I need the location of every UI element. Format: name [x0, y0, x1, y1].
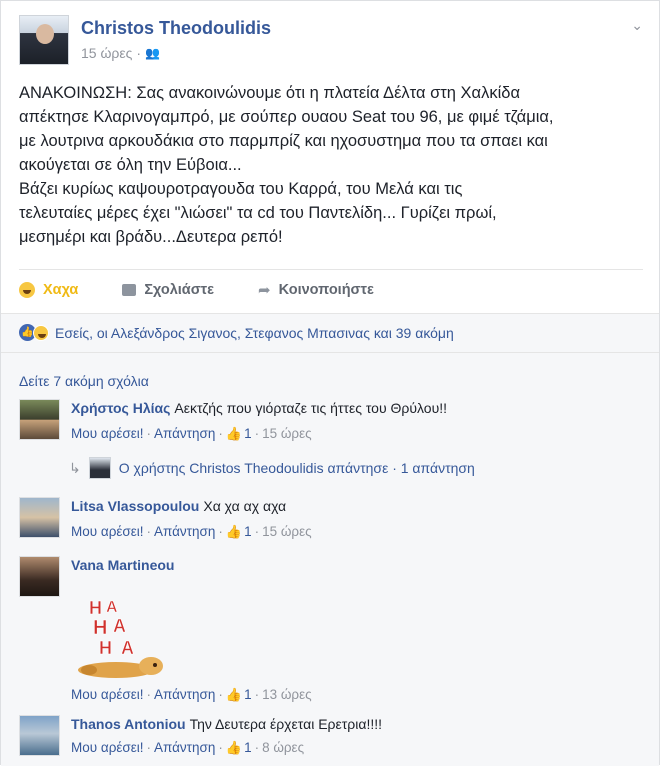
comment-text: Χα χα αχ αχα — [203, 498, 287, 514]
chevron-down-icon[interactable]: ⌄ — [631, 17, 643, 34]
comment-body: Vana Martineou H A H A H A Μου αρέσει! ·… — [71, 556, 641, 704]
comment-meta: Μου αρέσει! · Απάντηση · 👍 1 · 15 ώρες — [71, 425, 641, 443]
post-line: ακούγεται σε όλη την Εύβοια... — [19, 156, 242, 174]
separator-dot: · — [218, 687, 223, 702]
separator-dot: · — [218, 740, 223, 755]
comment-like-link[interactable]: Μου αρέσει! — [71, 739, 144, 757]
haha-reaction-button[interactable]: Χαχα — [19, 281, 79, 298]
comment-like-count[interactable]: 1 — [244, 739, 252, 757]
reactions-bar: 👍 Εσείς, οι Αλεξάνδρος Σιγανος, Στεφανος… — [1, 313, 659, 353]
separator-dot: · — [146, 687, 152, 702]
comment-body: Χρήστος Ηλίας Αεκτζής που γιόρταζε τις ήτ… — [71, 399, 641, 443]
post-line: Βάζει κυρίως καψουροτραγουδα του Καρρά, … — [19, 180, 463, 198]
share-button[interactable]: ➦ Κοινοποιήστε — [258, 281, 374, 299]
share-label: Κοινοποιήστε — [278, 281, 374, 298]
comment-meta: Μου αρέσει! · Απάντηση · 👍 1 · 13 ώρες — [71, 686, 641, 704]
post-text: ΑΝΑΚΟΙΝΩΣΗ: Σας ανακοινώνουμε ότι η πλατ… — [19, 81, 649, 249]
svg-text:A: A — [106, 599, 118, 616]
comment-label: Σχολιάστε — [144, 281, 214, 298]
haha-label: Χαχα — [43, 281, 79, 298]
comment-time[interactable]: 15 ώρες — [262, 425, 312, 443]
comment-reply-link[interactable]: Απάντηση — [154, 739, 215, 757]
reply-summary[interactable]: ↳ Ο χρήστης Christos Theodoulidis απάντη… — [69, 457, 475, 479]
post-author[interactable]: Christos Theodoulidis — [81, 18, 271, 39]
commenter-avatar[interactable] — [19, 715, 60, 756]
haha-reaction-icon — [33, 324, 49, 341]
commenter-avatar[interactable] — [19, 497, 60, 538]
post-meta: 15 ώρες · 👥 — [81, 45, 160, 61]
commenter-avatar[interactable] — [19, 556, 60, 597]
post-line: με λουτρινα αρκουδάκια στο παρμπρίζ και … — [19, 132, 548, 150]
reply-summary-text[interactable]: Ο χρήστης Christos Theodoulidis απάντησε… — [119, 460, 475, 476]
comment-text: Την Δευτερα έρχεται Ερετρια!!!! — [189, 716, 382, 732]
post-line: τελευταίες μέρες έχει "λιώσει" τα cd του… — [19, 204, 497, 222]
thumbs-up-icon: 👍 — [225, 524, 243, 539]
reactions-summary[interactable]: 👍 Εσείς, οι Αλεξάνδρος Σιγανος, Στεφανος… — [19, 324, 454, 341]
post-header: Christos Theodoulidis 15 ώρες · 👥 ⌄ — [19, 15, 643, 67]
svg-text:H: H — [89, 598, 102, 618]
thumbs-up-icon: 👍 — [225, 426, 243, 441]
comment-button[interactable]: Σχολιάστε — [122, 282, 214, 298]
commenter-avatar[interactable] — [19, 399, 60, 440]
haha-dog-sticker[interactable]: H A H A H A — [71, 592, 171, 682]
haha-emoji-icon — [19, 281, 35, 298]
comments-section: Δείτε 7 ακόμη σχόλια Χρήστος Ηλίας Αεκτζή… — [1, 353, 659, 766]
post-time[interactable]: 15 ώρες — [81, 45, 132, 61]
separator-dot: · — [254, 687, 260, 702]
post-actions: Χαχα Σχολιάστε ➦ Κοινοποιήστε — [19, 269, 643, 309]
comment-like-count[interactable]: 1 — [244, 523, 252, 541]
comment-time[interactable]: 13 ώρες — [262, 686, 312, 704]
commenter-name[interactable]: Thanos Antoniou — [71, 716, 186, 732]
separator-dot: · — [254, 524, 260, 539]
separator-dot: · — [254, 426, 260, 441]
thumbs-up-icon: 👍 — [225, 740, 243, 755]
svg-text:H: H — [99, 638, 112, 658]
comment-reply-link[interactable]: Απάντηση — [154, 686, 215, 704]
friends-icon[interactable]: 👥 — [145, 46, 160, 60]
sticker-art: H A H A H A — [78, 598, 163, 678]
commenter-name[interactable]: Litsa Vlassopoulou — [71, 498, 199, 514]
separator-dot: · — [146, 426, 152, 441]
comment-body: Litsa Vlassopoulou Χα χα αχ αχα Μου αρέσε… — [71, 497, 641, 541]
svg-text:A: A — [113, 616, 126, 636]
separator-dot: · — [146, 740, 152, 755]
separator-dot: · — [218, 426, 223, 441]
separator-dot: · — [136, 45, 142, 61]
separator-dot: · — [146, 524, 152, 539]
comment-text: Αεκτζής που γιόρταζε τις ήττες του Θρύλο… — [174, 400, 448, 416]
comment-body: Thanos Antoniou Την Δευτερα έρχεται Ερετρ… — [71, 715, 641, 757]
commenter-name[interactable]: Χρήστος Ηλίας — [71, 400, 170, 416]
post-line: μεσημέρι και βράδυ...Δευτερα ρεπό! — [19, 228, 283, 246]
comment-time[interactable]: 8 ώρες — [262, 739, 304, 757]
comment-meta: Μου αρέσει! · Απάντηση · 👍 1 · 15 ώρες — [71, 523, 641, 541]
comment-like-link[interactable]: Μου αρέσει! — [71, 425, 144, 443]
commenter-name[interactable]: Vana Martineou — [71, 557, 174, 573]
post-card: Christos Theodoulidis 15 ώρες · 👥 ⌄ ΑΝΑΚ… — [0, 0, 660, 766]
comment-like-link[interactable]: Μου αρέσει! — [71, 523, 144, 541]
comment-reply-link[interactable]: Απάντηση — [154, 425, 215, 443]
comment-meta: Μου αρέσει! · Απάντηση · 👍 1 · 8 ώρες — [71, 739, 641, 757]
reactions-text[interactable]: Εσείς, οι Αλεξάνδρος Σιγανος, Στεφανος Μ… — [55, 325, 454, 341]
view-more-comments-link[interactable]: Δείτε 7 ακόμη σχόλια — [19, 373, 149, 389]
comment-reply-link[interactable]: Απάντηση — [154, 523, 215, 541]
thumbs-up-icon: 👍 — [225, 687, 243, 702]
separator-dot: · — [254, 740, 260, 755]
comment-like-link[interactable]: Μου αρέσει! — [71, 686, 144, 704]
comment-icon — [122, 283, 137, 296]
comment-like-count[interactable]: 1 — [244, 686, 252, 704]
reply-arrow-icon: ↳ — [69, 459, 81, 476]
svg-text:A: A — [121, 638, 134, 658]
separator-dot: · — [218, 524, 223, 539]
comment-time[interactable]: 15 ώρες — [262, 523, 312, 541]
reply-avatar — [88, 457, 111, 479]
author-avatar[interactable] — [19, 15, 69, 65]
post-line: απέκτησε Κλαρινογαμπρό, με σούπερ ουαου … — [19, 108, 554, 126]
svg-text:H: H — [93, 617, 107, 639]
post-line: ΑΝΑΚΟΙΝΩΣΗ: Σας ανακοινώνουμε ότι η πλατ… — [19, 84, 520, 102]
share-arrow-icon: ➦ — [258, 281, 271, 299]
comment-like-count[interactable]: 1 — [244, 425, 252, 443]
